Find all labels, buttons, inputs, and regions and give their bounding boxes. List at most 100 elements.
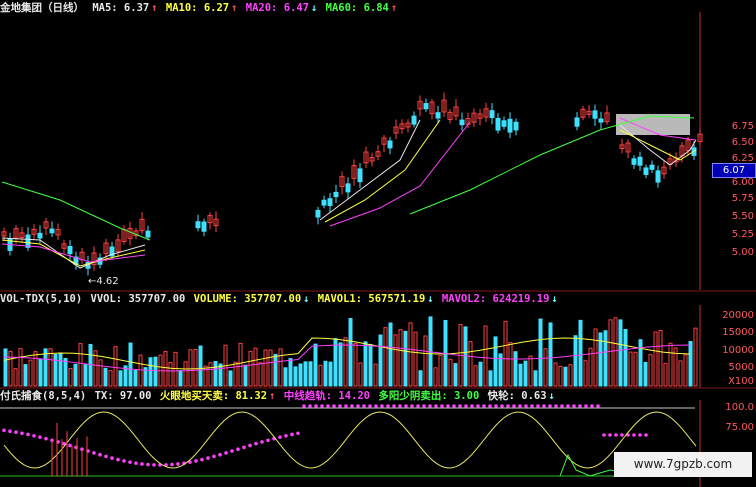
volume-bar [348, 318, 353, 387]
candle-body [459, 119, 465, 126]
volume-bar [253, 347, 258, 387]
indicator-dot [146, 462, 150, 467]
volume-bar [8, 350, 13, 387]
volume-bar [693, 327, 698, 387]
indicator-dot [248, 443, 252, 448]
volume-arrow: ↓ [303, 293, 310, 305]
volume-bar [308, 361, 313, 387]
volume-bar [258, 362, 263, 387]
volume-bar [478, 361, 483, 387]
tx-label: TX: 97.00 [94, 390, 152, 402]
indicator-dot [398, 404, 402, 408]
candle-body [574, 117, 580, 127]
volume-bar [688, 341, 693, 387]
candle-body [655, 170, 661, 183]
indicator-dot [8, 429, 12, 434]
volume-bar [648, 354, 653, 387]
volume-bar [418, 370, 423, 387]
indicator-layer [2, 404, 697, 477]
candle-body [345, 183, 351, 193]
indicator-dot [434, 404, 438, 408]
volume-bar [523, 360, 528, 387]
indicator-dot [2, 428, 6, 433]
volume-bar [163, 351, 168, 387]
indicator-dot [368, 404, 372, 408]
vol-indicator-name: VOL-TDX(5,10) [0, 293, 83, 305]
volume-bar [83, 363, 88, 387]
indicator-dot [200, 457, 204, 462]
volume-bar [78, 343, 83, 387]
indicator-dot [548, 404, 552, 408]
volume-bar [273, 353, 278, 387]
ma5-label: MA5: 6.37 [92, 2, 150, 14]
candle-body [637, 156, 643, 166]
indicator-dot [356, 404, 360, 408]
volume-bar [338, 342, 343, 387]
indicator-dot [386, 404, 390, 408]
volume-bar [248, 350, 253, 387]
indicator-dot [224, 451, 228, 455]
candle-body [501, 120, 507, 127]
indicator-dot [332, 404, 336, 408]
indicator-dot [410, 404, 414, 408]
stock-chart[interactable] [0, 0, 756, 487]
volume-bar [528, 355, 533, 387]
volume-bar [153, 356, 158, 387]
mavol2-label: MAVOL2: 624219.19 [441, 293, 550, 305]
volume-bar [493, 336, 498, 387]
indicator-dot [254, 441, 258, 446]
volume-bar [503, 320, 508, 387]
indicator-dot [104, 454, 108, 459]
indicator-dot [638, 433, 642, 437]
indicator-dot [572, 404, 576, 408]
volume-bar [633, 351, 638, 387]
indicator-dot [374, 404, 378, 408]
indicator-dot [560, 404, 564, 408]
volume-tick-4: X100 [728, 376, 754, 387]
indicator-dot [308, 404, 312, 408]
indicator-dot [530, 404, 534, 408]
indicator-dot [620, 433, 624, 437]
volume-bar [28, 359, 33, 387]
volume-bar [168, 361, 173, 387]
volume-bar [548, 322, 553, 387]
indicator-dot [122, 459, 126, 463]
volume-tick-3: 5000 [728, 362, 754, 373]
price-tick-5: 5.50 [731, 211, 754, 222]
indicator-dot [482, 404, 486, 408]
indicator-dot [632, 433, 636, 437]
volume-bar [468, 341, 473, 387]
candle-body [631, 158, 637, 165]
price-tick-7: 5.00 [731, 247, 754, 258]
volume-bar [383, 327, 388, 387]
volume-bar [433, 367, 438, 387]
volume-bar [98, 359, 103, 387]
candle-body [145, 230, 151, 238]
indicator-dot [344, 404, 348, 408]
indicator-dot [524, 404, 528, 408]
volume-bar [558, 365, 563, 387]
price-tick-1: 6.50 [731, 137, 754, 148]
candle-body [592, 110, 598, 119]
indicator-dot [380, 404, 384, 408]
volume-bar [683, 354, 688, 387]
volume-bar [423, 335, 428, 387]
stock-title: 金地集团（日线） [0, 2, 84, 14]
volume-bar [33, 351, 38, 387]
volume-bar [568, 364, 573, 387]
volume-bar [643, 361, 648, 387]
indicator-dot [68, 443, 72, 448]
indicator-dot [176, 462, 180, 466]
indicator-dot [194, 459, 198, 463]
volume-bar [533, 370, 538, 387]
volume-bar [448, 358, 453, 387]
indicator-dot [44, 436, 48, 441]
volume-bar [623, 329, 628, 387]
candle-body [195, 221, 201, 229]
volume-bar [48, 348, 53, 387]
mavol1-arrow: ↓ [427, 293, 434, 305]
volume-bar [483, 325, 488, 387]
volume-bar [193, 348, 198, 387]
indicator-dot [518, 404, 522, 408]
volume-bar [453, 363, 458, 387]
